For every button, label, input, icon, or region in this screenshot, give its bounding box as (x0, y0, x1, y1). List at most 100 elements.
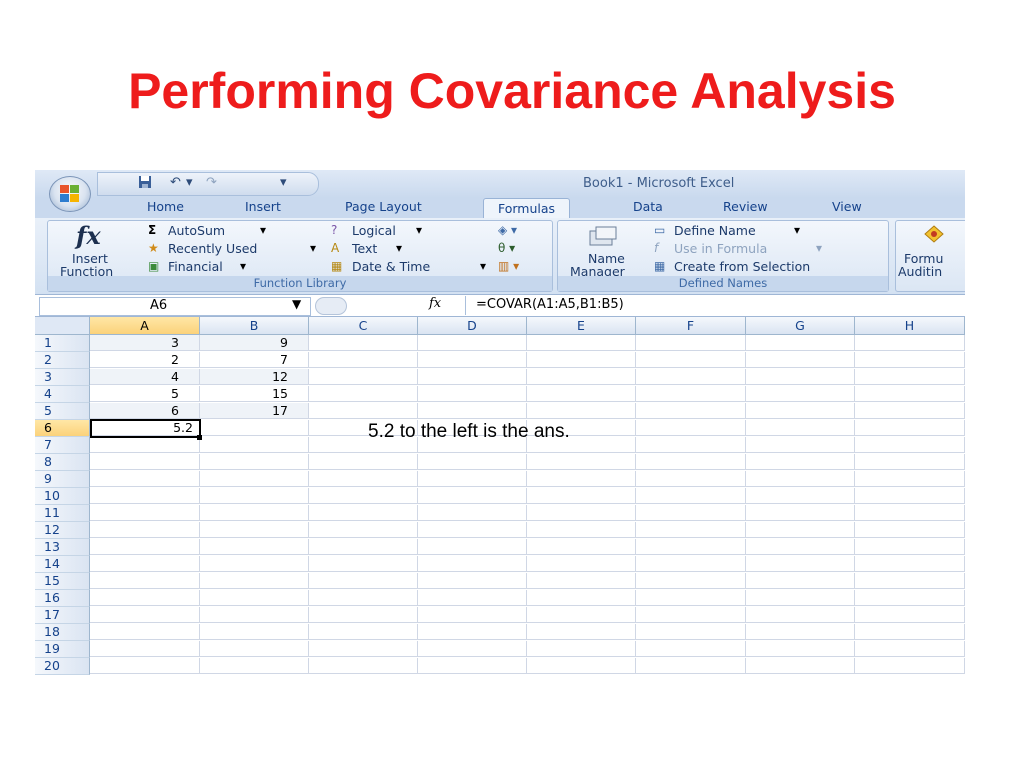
cell-c1[interactable] (309, 335, 418, 351)
cell-d8[interactable] (418, 454, 527, 470)
cell-c19[interactable] (309, 641, 418, 657)
cell-d14[interactable] (418, 556, 527, 572)
cell-c14[interactable] (309, 556, 418, 572)
cell-c13[interactable] (309, 539, 418, 555)
use-in-formula-dropdown-icon[interactable]: ▾ (816, 241, 822, 255)
cell-a9[interactable] (90, 471, 200, 487)
cell-f16[interactable] (636, 590, 746, 606)
cell-h5[interactable] (855, 403, 965, 419)
cell-b11[interactable] (200, 505, 309, 521)
row-header[interactable]: 18 (35, 624, 90, 641)
cell-d20[interactable] (418, 658, 527, 674)
lookup-reference-icon[interactable]: ◈ ▾ (498, 223, 517, 237)
cell-g6[interactable] (746, 420, 855, 436)
cell-d19[interactable] (418, 641, 527, 657)
cell-d17[interactable] (418, 607, 527, 623)
cell-f3[interactable] (636, 369, 746, 385)
cell-f6[interactable] (636, 420, 746, 436)
cell-f12[interactable] (636, 522, 746, 538)
cell-e19[interactable] (527, 641, 636, 657)
cell-f2[interactable] (636, 352, 746, 368)
row-header[interactable]: 6 (35, 420, 90, 437)
cell-g4[interactable] (746, 386, 855, 402)
cell-e4[interactable] (527, 386, 636, 402)
cell-e15[interactable] (527, 573, 636, 589)
cell-g1[interactable] (746, 335, 855, 351)
column-header-f[interactable]: F (636, 317, 746, 335)
cell-e16[interactable] (527, 590, 636, 606)
cell-h15[interactable] (855, 573, 965, 589)
cell-c17[interactable] (309, 607, 418, 623)
column-header-d[interactable]: D (418, 317, 527, 335)
tab-data[interactable]: Data (633, 199, 663, 214)
cell-g18[interactable] (746, 624, 855, 640)
cell-e11[interactable] (527, 505, 636, 521)
tab-home[interactable]: Home (147, 199, 184, 214)
tab-formulas[interactable]: Formulas (483, 198, 571, 219)
select-all-corner[interactable] (35, 317, 90, 335)
row-header[interactable]: 13 (35, 539, 90, 556)
recently-used-button[interactable]: Recently Used (168, 241, 257, 256)
save-icon[interactable] (138, 175, 152, 193)
insert-function-button[interactable]: fx Insert Function (48, 221, 134, 279)
cell-d12[interactable] (418, 522, 527, 538)
cell-d11[interactable] (418, 505, 527, 521)
cell-b8[interactable] (200, 454, 309, 470)
cell-a7[interactable] (90, 437, 200, 453)
use-in-formula-button[interactable]: Use in Formula (674, 241, 767, 256)
cell-h8[interactable] (855, 454, 965, 470)
cell-a10[interactable] (90, 488, 200, 504)
cell-g19[interactable] (746, 641, 855, 657)
column-header-h[interactable]: H (855, 317, 965, 335)
cell-e8[interactable] (527, 454, 636, 470)
cell-b1[interactable]: 9 (200, 335, 309, 351)
row-header[interactable]: 1 (35, 335, 90, 352)
cell-c10[interactable] (309, 488, 418, 504)
cell-c11[interactable] (309, 505, 418, 521)
formula-bar-expand-button[interactable] (315, 297, 347, 315)
define-name-dropdown-icon[interactable]: ▾ (794, 223, 800, 237)
cell-h3[interactable] (855, 369, 965, 385)
math-trig-icon[interactable]: θ ▾ (498, 241, 515, 255)
cell-a19[interactable] (90, 641, 200, 657)
cell-g13[interactable] (746, 539, 855, 555)
define-name-button[interactable]: Define Name (674, 223, 756, 238)
cell-c16[interactable] (309, 590, 418, 606)
formula-auditing-group[interactable]: Formu Auditin (895, 220, 965, 292)
row-header[interactable]: 11 (35, 505, 90, 522)
cell-f5[interactable] (636, 403, 746, 419)
cell-f9[interactable] (636, 471, 746, 487)
cell-b9[interactable] (200, 471, 309, 487)
cell-a5[interactable]: 6 (90, 403, 200, 419)
column-header-c[interactable]: C (309, 317, 418, 335)
cell-g16[interactable] (746, 590, 855, 606)
cell-h9[interactable] (855, 471, 965, 487)
row-header[interactable]: 3 (35, 369, 90, 386)
cell-h6[interactable] (855, 420, 965, 436)
cell-b5[interactable]: 17 (200, 403, 309, 419)
row-header[interactable]: 15 (35, 573, 90, 590)
cell-c15[interactable] (309, 573, 418, 589)
column-header-e[interactable]: E (527, 317, 636, 335)
cell-c9[interactable] (309, 471, 418, 487)
cell-b3[interactable]: 12 (200, 369, 309, 385)
cell-b2[interactable]: 7 (200, 352, 309, 368)
cell-c18[interactable] (309, 624, 418, 640)
cell-h2[interactable] (855, 352, 965, 368)
row-header[interactable]: 2 (35, 352, 90, 369)
cell-f15[interactable] (636, 573, 746, 589)
cell-e1[interactable] (527, 335, 636, 351)
cell-f11[interactable] (636, 505, 746, 521)
cell-h16[interactable] (855, 590, 965, 606)
cell-f19[interactable] (636, 641, 746, 657)
column-header-b[interactable]: B (200, 317, 309, 335)
cell-d3[interactable] (418, 369, 527, 385)
cell-b14[interactable] (200, 556, 309, 572)
cell-b18[interactable] (200, 624, 309, 640)
cell-h10[interactable] (855, 488, 965, 504)
tab-insert[interactable]: Insert (245, 199, 281, 214)
cell-g3[interactable] (746, 369, 855, 385)
customize-toolbar-icon[interactable]: ▾ (280, 175, 287, 190)
cell-a11[interactable] (90, 505, 200, 521)
cell-f14[interactable] (636, 556, 746, 572)
